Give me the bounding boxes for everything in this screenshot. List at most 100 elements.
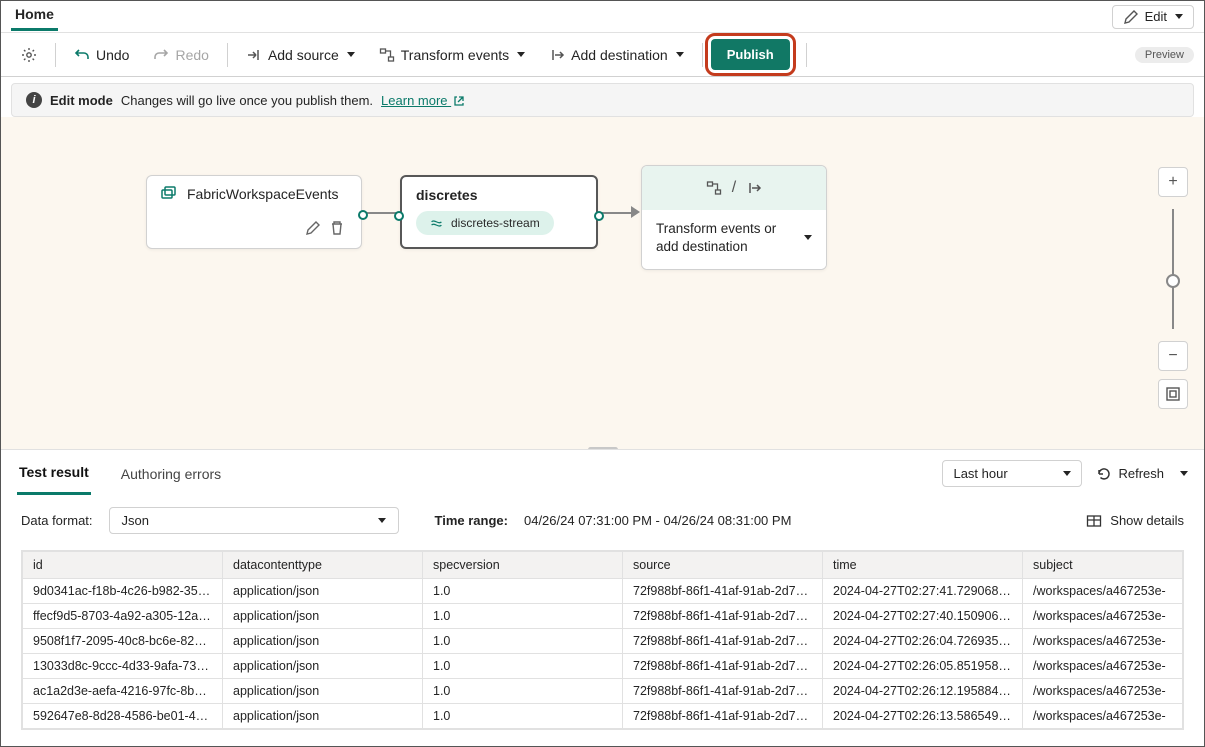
divider [806, 43, 807, 67]
table-cell: /workspaces/a467253e- [1023, 579, 1183, 604]
divider [702, 43, 703, 67]
add-source-button[interactable]: Add source [236, 41, 365, 69]
slash: / [732, 179, 736, 197]
zoom-controls: + − [1158, 167, 1188, 409]
format-row: Data format: Json Time range: 04/26/24 0… [1, 497, 1204, 550]
transform-icon [379, 47, 395, 63]
input-port[interactable] [394, 211, 404, 221]
table-cell: 1.0 [423, 604, 623, 629]
data-format-value: Json [122, 513, 149, 528]
table-cell: /workspaces/a467253e- [1023, 654, 1183, 679]
source-icon [161, 186, 177, 202]
table-cell: application/json [223, 654, 423, 679]
chevron-down-icon [517, 52, 525, 57]
table-cell: /workspaces/a467253e- [1023, 704, 1183, 729]
transform-label: Transform events [401, 47, 509, 63]
chevron-down-icon [1063, 471, 1071, 476]
table-cell: /workspaces/a467253e- [1023, 604, 1183, 629]
table-row[interactable]: 9d0341ac-f18b-4c26-b982-35a1d1fapplicati… [23, 579, 1183, 604]
data-format-select[interactable]: Json [109, 507, 399, 534]
table-cell: 2024-04-27T02:27:41.7290687Z [823, 579, 1023, 604]
table-cell: 72f988bf-86f1-41af-91ab-2d7cd01 [623, 629, 823, 654]
fit-icon [1165, 386, 1181, 402]
source-node[interactable]: FabricWorkspaceEvents [146, 175, 362, 249]
column-header[interactable]: time [823, 552, 1023, 579]
table-cell: 2024-04-27T02:27:40.1509061Z [823, 604, 1023, 629]
table-cell: 1.0 [423, 579, 623, 604]
column-header[interactable]: datacontenttype [223, 552, 423, 579]
output-port[interactable] [358, 210, 368, 220]
banner-title: Edit mode [50, 93, 113, 108]
zoom-in-button[interactable]: + [1158, 167, 1188, 197]
table-row[interactable]: ffecf9d5-8703-4a92-a305-12a423bapplicati… [23, 604, 1183, 629]
zoom-slider[interactable] [1172, 209, 1174, 329]
table-cell: 1.0 [423, 704, 623, 729]
fit-to-screen-button[interactable] [1158, 379, 1188, 409]
table-cell: 1.0 [423, 654, 623, 679]
learn-more-link[interactable]: Learn more [381, 93, 465, 108]
transform-text: Transform events or add destination [656, 220, 794, 255]
add-destination-button[interactable]: Add destination [539, 41, 694, 69]
pencil-icon [1123, 9, 1139, 25]
connector [601, 212, 633, 214]
refresh-label: Refresh [1118, 466, 1164, 481]
source-title: FabricWorkspaceEvents [187, 186, 338, 202]
pencil-icon[interactable] [305, 220, 321, 236]
time-range-select[interactable]: Last hour [942, 460, 1082, 487]
output-port[interactable] [594, 211, 604, 221]
add-destination-icon [549, 47, 565, 63]
chevron-down-icon [347, 52, 355, 57]
table-cell: 9508f1f7-2095-40c8-bc6e-82bc942 [23, 629, 223, 654]
data-table: iddatacontenttypespecversionsourcetimesu… [21, 550, 1184, 730]
redo-button[interactable]: Redo [143, 41, 218, 69]
table-row[interactable]: 9508f1f7-2095-40c8-bc6e-82bc942applicati… [23, 629, 1183, 654]
stream-chip-label: discretes-stream [451, 216, 540, 230]
table-cell: application/json [223, 679, 423, 704]
gear-icon [21, 47, 37, 63]
chevron-down-icon[interactable] [1180, 471, 1188, 476]
table-row[interactable]: ac1a2d3e-aefa-4216-97fc-8b43d70applicati… [23, 679, 1183, 704]
column-header[interactable]: source [623, 552, 823, 579]
publish-button[interactable]: Publish [711, 39, 790, 70]
table-row[interactable]: 13033d8c-9ccc-4d33-9afa-73f5c95applicati… [23, 654, 1183, 679]
edit-button[interactable]: Edit [1112, 5, 1194, 29]
toolbar: Undo Redo Add source Transform events Ad… [1, 33, 1204, 77]
time-range-label: Time range: [435, 513, 508, 528]
table-cell: 592647e8-8d28-4586-be01-46df52 [23, 704, 223, 729]
show-details-label: Show details [1110, 513, 1184, 528]
settings-button[interactable] [11, 41, 47, 69]
edit-mode-banner: i Edit mode Changes will go live once yo… [11, 83, 1194, 117]
chevron-down-icon[interactable] [804, 235, 812, 240]
table-cell: application/json [223, 579, 423, 604]
column-header[interactable]: specversion [423, 552, 623, 579]
table-cell: 13033d8c-9ccc-4d33-9afa-73f5c95 [23, 654, 223, 679]
table-cell: ac1a2d3e-aefa-4216-97fc-8b43d70 [23, 679, 223, 704]
zoom-thumb[interactable] [1166, 274, 1180, 288]
undo-button[interactable]: Undo [64, 41, 139, 69]
table-row[interactable]: 592647e8-8d28-4586-be01-46df52applicatio… [23, 704, 1183, 729]
stream-chip[interactable]: discretes-stream [416, 211, 554, 235]
table-cell: 2024-04-27T02:26:13.5865494Z [823, 704, 1023, 729]
stream-title: discretes [416, 187, 580, 203]
column-header[interactable]: id [23, 552, 223, 579]
tab-authoring-errors[interactable]: Authoring errors [119, 454, 223, 494]
table-cell: /workspaces/a467253e- [1023, 679, 1183, 704]
transform-events-button[interactable]: Transform events [369, 41, 535, 69]
home-tab[interactable]: Home [11, 2, 58, 31]
canvas[interactable]: FabricWorkspaceEvents discretes discrete… [1, 117, 1204, 449]
destination-icon [746, 180, 762, 196]
stream-node[interactable]: discretes discretes-stream [400, 175, 598, 249]
table-cell: application/json [223, 704, 423, 729]
show-details-button[interactable]: Show details [1086, 513, 1184, 529]
column-header[interactable]: subject [1023, 552, 1183, 579]
divider [227, 43, 228, 67]
zoom-out-button[interactable]: − [1158, 341, 1188, 371]
transform-head: / [642, 166, 826, 210]
refresh-button[interactable]: Refresh [1096, 466, 1164, 482]
transform-node[interactable]: / Transform events or add destination [641, 165, 827, 270]
tab-test-result[interactable]: Test result [17, 452, 91, 495]
refresh-icon [1096, 466, 1112, 482]
external-link-icon [453, 95, 465, 107]
trash-icon[interactable] [329, 220, 345, 236]
table-cell: 72f988bf-86f1-41af-91ab-2d7cd01 [623, 654, 823, 679]
